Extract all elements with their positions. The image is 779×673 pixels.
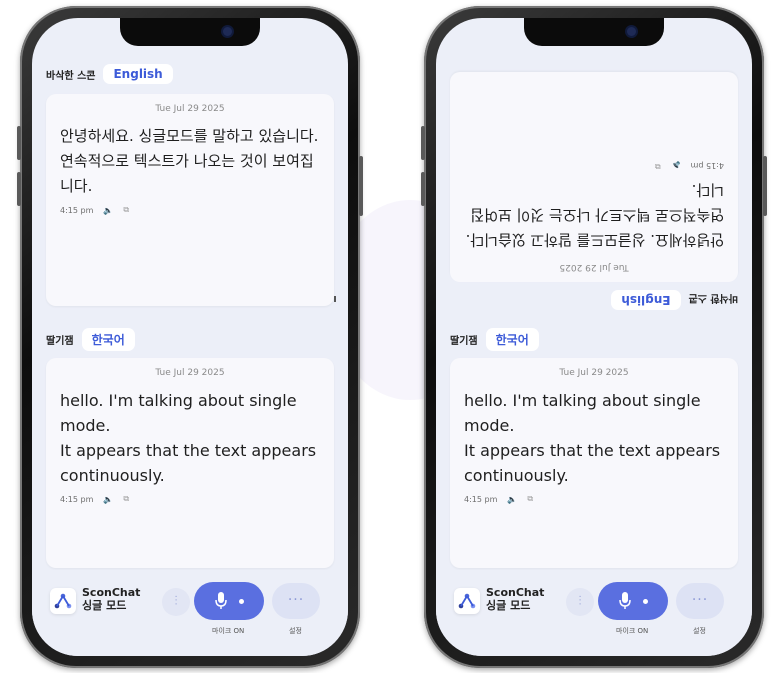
camera-icon <box>223 27 232 36</box>
phone-right: 바삭한 스콘 English Tue Jul 29 2025 안녕하세요. 싱글… <box>421 6 767 668</box>
speaker-icon[interactable]: 🔈 <box>507 495 517 504</box>
mic-label: 마이크 ON <box>616 627 649 635</box>
message-time: 4:15 pm <box>690 161 724 171</box>
more-icon[interactable]: ··· <box>272 583 320 619</box>
message-meta: 4:15 pm 🔈 ⧉ <box>60 494 334 504</box>
sconchat-logo-icon <box>454 588 480 614</box>
mic-button[interactable] <box>598 582 668 620</box>
app-name: SconChat <box>486 586 545 599</box>
mic-button[interactable] <box>194 582 264 620</box>
app-name-block: SconChat 싱글 모드 <box>486 586 544 612</box>
speaker-icon[interactable]: 🔈 <box>103 206 113 215</box>
message-meta: 4:15 pm 🔈 ⧉ <box>450 161 724 172</box>
message-time: 4:15 pm <box>60 494 94 504</box>
copy-icon[interactable]: ⧉ <box>527 494 533 504</box>
speaker-name: 딸기잼 <box>450 336 478 347</box>
tune-icon[interactable]: ⫶ <box>162 588 190 616</box>
message-meta: 4:15 pm 🔈 ⧉ <box>464 494 738 504</box>
app-name-block: SconChat 싱글 모드 <box>82 586 140 612</box>
message-meta: 4:15 pm 🔈 ⧉ <box>60 205 334 215</box>
mic-label: 마이크 ON <box>212 627 245 635</box>
screen: 바삭한 스콘 English Tue Jul 29 2025 안녕하세요. 싱글… <box>32 18 348 656</box>
message-card-bottom: Tue Jul 29 2025 hello. I'm talking about… <box>450 358 738 568</box>
flipped-top-section: 바삭한 스콘 English Tue Jul 29 2025 안녕하세요. 싱글… <box>436 58 752 318</box>
screen: 바삭한 스콘 English Tue Jul 29 2025 안녕하세요. 싱글… <box>436 18 752 656</box>
power-button <box>763 156 767 216</box>
power-button <box>359 156 363 216</box>
more-icon[interactable]: ··· <box>676 583 724 619</box>
speaker-name: 딸기잼 <box>46 336 74 347</box>
copy-icon[interactable]: ⧉ <box>123 205 129 215</box>
language-chip[interactable]: 한국어 <box>81 328 135 351</box>
speaker-name: 바삭한 스콘 <box>688 292 738 304</box>
message-date: Tue Jul 29 2025 <box>155 104 225 114</box>
language-chip[interactable]: English <box>103 64 173 84</box>
top-section-header: 바삭한 스콘 English <box>611 290 738 310</box>
language-chip[interactable]: English <box>611 290 681 310</box>
copy-icon[interactable]: ⧉ <box>123 494 129 504</box>
speaker-name: 바삭한 스콘 <box>46 70 96 82</box>
message-text: hello. I'm talking about single mode. It… <box>464 391 721 485</box>
volume-up-button <box>421 126 425 160</box>
mic-icon <box>618 592 631 609</box>
camera-icon <box>627 27 636 36</box>
message-card-top: Tue Jul 29 2025 안녕하세요. 싱글모드를 말하고 있습니다. 연… <box>46 94 336 306</box>
volume-down-button <box>17 172 21 206</box>
message-card-bottom: Tue Jul 29 2025 hello. I'm talking about… <box>46 358 334 568</box>
scroll-indicator <box>334 296 336 302</box>
recording-dot <box>238 598 244 604</box>
notch <box>524 18 664 46</box>
bottom-toolbar: SconChat 싱글 모드 ⫶ ··· 마이크 ON 설정 <box>436 570 752 656</box>
speaker-icon[interactable]: 🔈 <box>103 495 113 504</box>
mic-icon <box>214 592 227 609</box>
settings-label: 설정 <box>289 627 302 635</box>
copy-icon[interactable]: ⧉ <box>655 161 661 171</box>
message-text: 안녕하세요. 싱글모드를 말하고 있습니다. 연속적으로 텍스트가 나오는 것이… <box>465 181 724 249</box>
mode-label: 싱글 모드 <box>82 599 127 612</box>
volume-up-button <box>17 126 21 160</box>
message-date: Tue Jul 29 2025 <box>559 368 629 378</box>
language-chip[interactable]: 한국어 <box>485 328 539 351</box>
message-time: 4:15 pm <box>464 494 498 504</box>
settings-label: 설정 <box>693 627 706 635</box>
sconchat-logo-icon <box>50 588 76 614</box>
notch <box>120 18 260 46</box>
recording-dot <box>642 598 648 604</box>
bottom-section-header: 딸기잼 한국어 <box>450 328 539 351</box>
speaker-icon[interactable]: 🔈 <box>671 162 681 171</box>
message-time: 4:15 pm <box>60 205 94 215</box>
message-date: Tue Jul 29 2025 <box>559 262 629 272</box>
volume-down-button <box>421 172 425 206</box>
mode-label: 싱글 모드 <box>486 599 531 612</box>
bottom-section-header: 딸기잼 한국어 <box>46 328 135 351</box>
tune-icon[interactable]: ⫶ <box>566 588 594 616</box>
message-card-top: Tue Jul 29 2025 안녕하세요. 싱글모드를 말하고 있습니다. 연… <box>450 72 738 282</box>
message-date: Tue Jul 29 2025 <box>155 368 225 378</box>
top-section-header: 바삭한 스콘 English <box>46 64 173 84</box>
phone-left: 바삭한 스콘 English Tue Jul 29 2025 안녕하세요. 싱글… <box>17 6 363 668</box>
bottom-toolbar: SconChat 싱글 모드 ⫶ ··· 마이크 ON 설정 <box>32 570 348 656</box>
app-name: SconChat <box>82 586 141 599</box>
message-text: hello. I'm talking about single mode. It… <box>60 391 317 485</box>
message-text: 안녕하세요. 싱글모드를 말하고 있습니다. 연속적으로 텍스트가 나오는 것이… <box>60 127 319 195</box>
